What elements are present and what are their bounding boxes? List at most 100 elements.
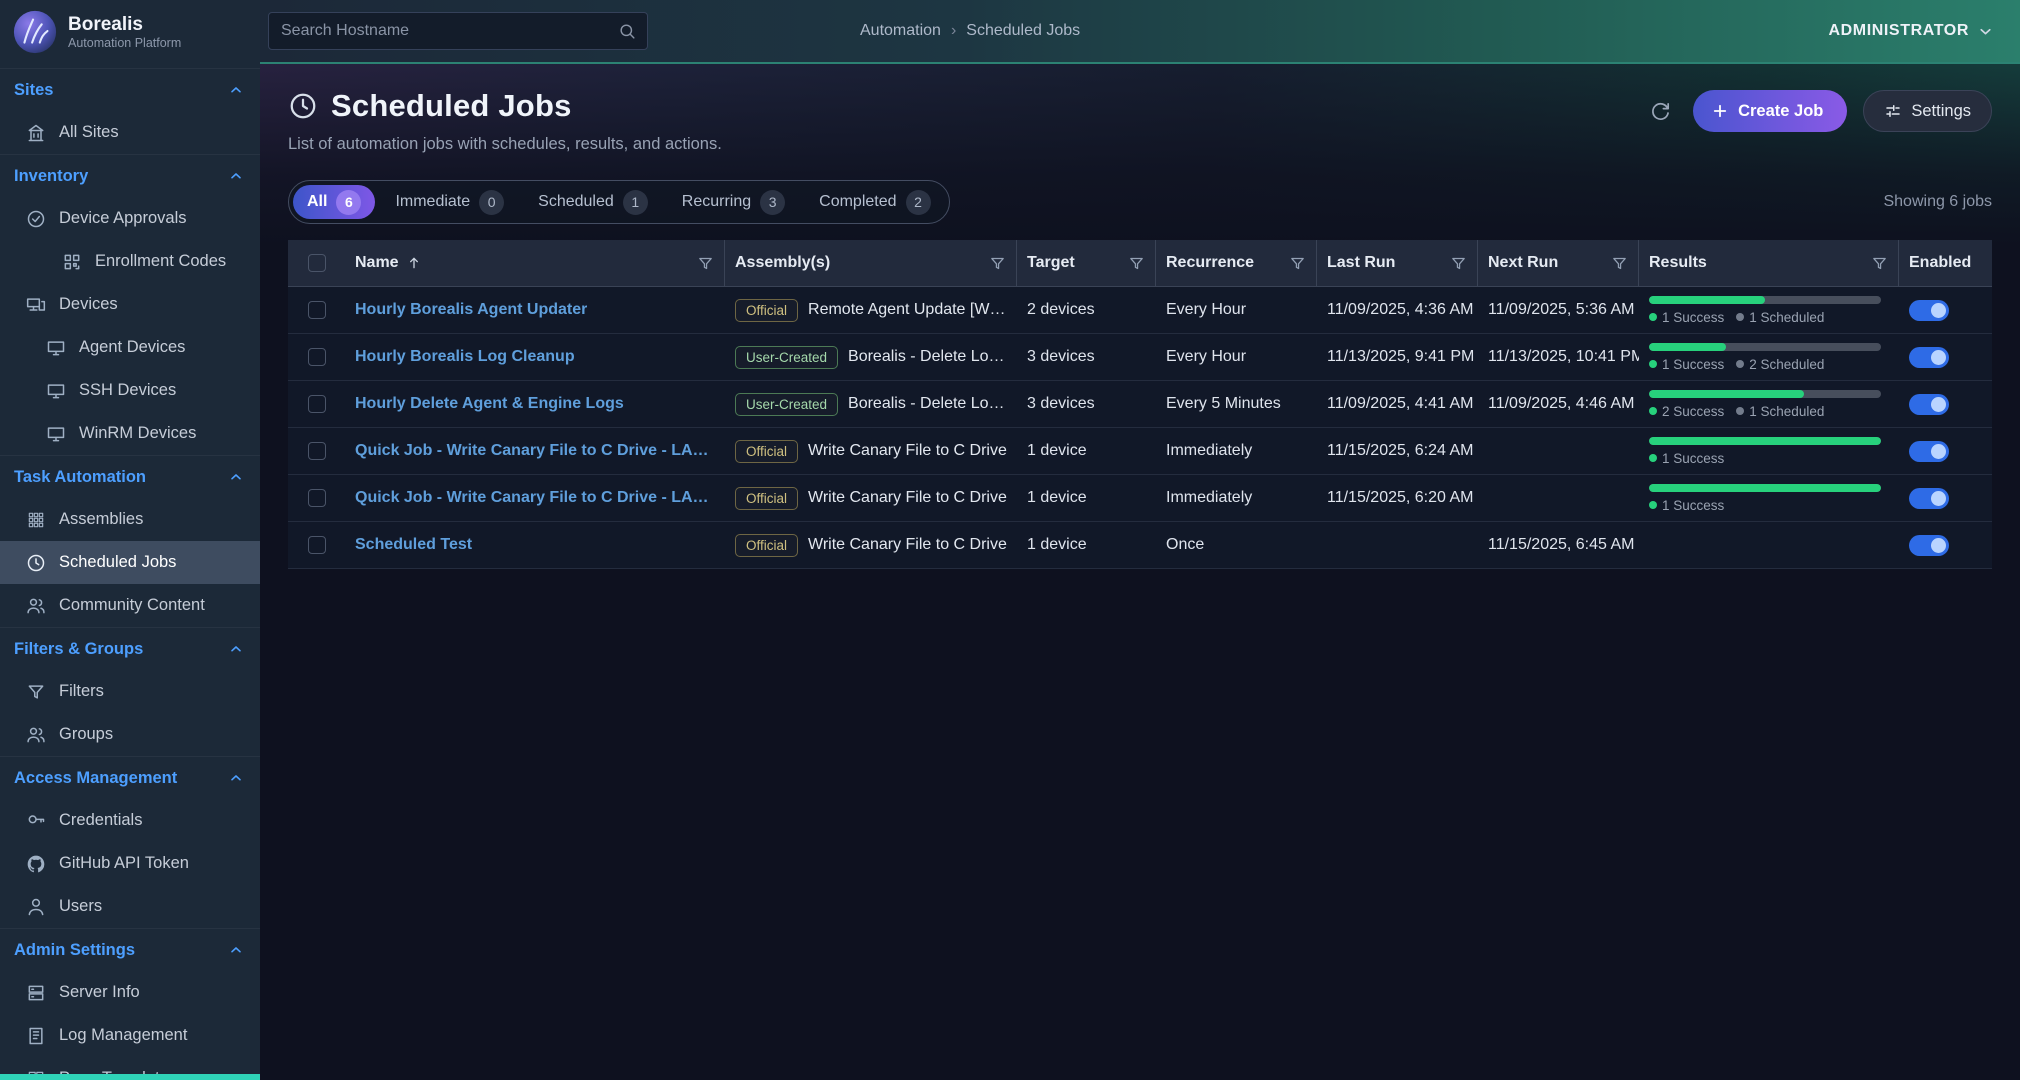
sidebar-item[interactable]: Devices [0, 283, 260, 326]
funnel-icon[interactable] [989, 255, 1006, 272]
sidebar-item-label: Filters [59, 682, 104, 701]
column-header[interactable]: Enabled [1899, 240, 1992, 286]
status-dot-icon [1649, 454, 1657, 462]
sidebar-item[interactable]: Server Info [0, 971, 260, 1014]
sidebar-item[interactable]: SSH Devices [0, 369, 260, 412]
sidebar-section-header[interactable]: Sites [0, 69, 260, 111]
hostname-search[interactable] [268, 12, 648, 50]
search-input[interactable] [281, 22, 618, 40]
enabled-toggle[interactable] [1909, 394, 1949, 415]
tab[interactable]: All 6 [293, 185, 375, 219]
select-all-checkbox[interactable] [308, 254, 326, 272]
table-row: Hourly Borealis Log Cleanup User-Created… [288, 334, 1992, 381]
column-header[interactable]: Target [1017, 240, 1156, 286]
sidebar-section-header[interactable]: Inventory [0, 155, 260, 197]
brand: Borealis Automation Platform [0, 0, 260, 64]
row-checkbox[interactable] [308, 442, 326, 460]
column-header[interactable]: Recurrence [1156, 240, 1317, 286]
job-name-link[interactable]: Quick Job - Write Canary File to C Drive… [355, 489, 715, 507]
column-header[interactable]: Last Run [1317, 240, 1478, 286]
enabled-toggle[interactable] [1909, 488, 1949, 509]
enabled-toggle[interactable] [1909, 300, 1949, 321]
sidebar-item[interactable]: All Sites [0, 111, 260, 154]
sidebar-section-header[interactable]: Access Management [0, 757, 260, 799]
tab-count-badge: 3 [760, 190, 785, 215]
sidebar-item[interactable]: Assemblies [0, 498, 260, 541]
sidebar-section-header[interactable]: Task Automation [0, 456, 260, 498]
sidebar-item[interactable]: Users [0, 885, 260, 928]
column-header[interactable]: Results [1639, 240, 1899, 286]
results-legend: 1 Success 2 Scheduled [1649, 357, 1889, 372]
job-name-link[interactable]: Quick Job - Write Canary File to C Drive… [355, 442, 715, 460]
funnel-icon[interactable] [1128, 255, 1145, 272]
job-name-link[interactable]: Hourly Borealis Log Cleanup [355, 348, 575, 366]
target-cell: 3 devices [1017, 334, 1156, 380]
status-dot-icon [1649, 313, 1657, 321]
column-header[interactable]: Next Run [1478, 240, 1639, 286]
tab[interactable]: Scheduled 1 [524, 185, 662, 219]
enabled-toggle[interactable] [1909, 347, 1949, 368]
row-checkbox[interactable] [308, 536, 326, 554]
sidebar-item[interactable]: Groups [0, 713, 260, 756]
clock-icon [288, 91, 318, 121]
settings-button[interactable]: Settings [1863, 90, 1992, 132]
row-checkbox[interactable] [308, 489, 326, 507]
create-job-button[interactable]: Create Job [1693, 90, 1847, 132]
search-icon[interactable] [618, 22, 637, 41]
last-run-cell [1317, 522, 1478, 568]
funnel-icon[interactable] [1871, 255, 1888, 272]
job-name-link[interactable]: Hourly Borealis Agent Updater [355, 301, 587, 319]
sidebar-section-header[interactable]: Admin Settings [0, 929, 260, 971]
sidebar-item-label: Credentials [59, 811, 142, 830]
job-name-link[interactable]: Scheduled Test [355, 536, 472, 554]
plus-icon [1711, 102, 1729, 120]
sidebar-accent-bar [0, 1074, 260, 1080]
refresh-icon [1649, 100, 1672, 123]
sidebar-item[interactable]: Device Approvals [0, 197, 260, 240]
sidebar-item[interactable]: Community Content [0, 584, 260, 627]
column-header-label: Name [355, 254, 399, 272]
sidebar-item[interactable]: Filters [0, 670, 260, 713]
job-name-link[interactable]: Hourly Delete Agent & Engine Logs [355, 395, 624, 413]
tab-label: Recurring [682, 193, 751, 211]
sidebar-item-label: Devices [59, 295, 118, 314]
target-cell: 3 devices [1017, 381, 1156, 427]
column-header-label: Enabled [1909, 254, 1971, 272]
row-checkbox[interactable] [308, 301, 326, 319]
sidebar-section: Filters & Groups Filters Groups [0, 627, 260, 756]
sidebar-item-label: Log Management [59, 1026, 187, 1045]
row-checkbox[interactable] [308, 395, 326, 413]
user-menu[interactable]: ADMINISTRATOR [1828, 22, 1994, 40]
sidebar-item[interactable]: Enrollment Codes [0, 240, 260, 283]
funnel-icon[interactable] [1611, 255, 1628, 272]
tab[interactable]: Completed 2 [805, 185, 944, 219]
sidebar-item-label: GitHub API Token [59, 854, 189, 873]
sort-up-icon[interactable] [406, 255, 422, 271]
tab[interactable]: Recurring 3 [668, 185, 799, 219]
sidebar-item[interactable]: WinRM Devices [0, 412, 260, 455]
key-icon [26, 811, 46, 831]
results-progress-track [1649, 437, 1881, 445]
sidebar-section-label: Admin Settings [14, 941, 135, 960]
enabled-toggle[interactable] [1909, 535, 1949, 556]
funnel-icon[interactable] [1450, 255, 1467, 272]
column-header[interactable]: Assembly(s) [725, 240, 1017, 286]
breadcrumb-item[interactable]: Scheduled Jobs [966, 22, 1080, 40]
results-legend: 1 Success 1 Scheduled [1649, 310, 1889, 325]
job-filter-tabs: All 6 Immediate 0 Scheduled 1 [288, 180, 950, 224]
enabled-toggle[interactable] [1909, 441, 1949, 462]
refresh-button[interactable] [1643, 94, 1677, 128]
chevron-down-icon [1977, 23, 1994, 40]
funnel-icon[interactable] [697, 255, 714, 272]
sidebar-section-header[interactable]: Filters & Groups [0, 628, 260, 670]
sidebar-item[interactable]: Credentials [0, 799, 260, 842]
sidebar-item[interactable]: GitHub API Token [0, 842, 260, 885]
tab[interactable]: Immediate 0 [381, 185, 518, 219]
funnel-icon[interactable] [1289, 255, 1306, 272]
sidebar-item[interactable]: Log Management [0, 1014, 260, 1057]
column-header[interactable]: Name [345, 240, 725, 286]
row-checkbox[interactable] [308, 348, 326, 366]
sidebar-item[interactable]: Agent Devices [0, 326, 260, 369]
breadcrumb-item[interactable]: Automation [860, 22, 941, 40]
sidebar-item[interactable]: Scheduled Jobs [0, 541, 260, 584]
